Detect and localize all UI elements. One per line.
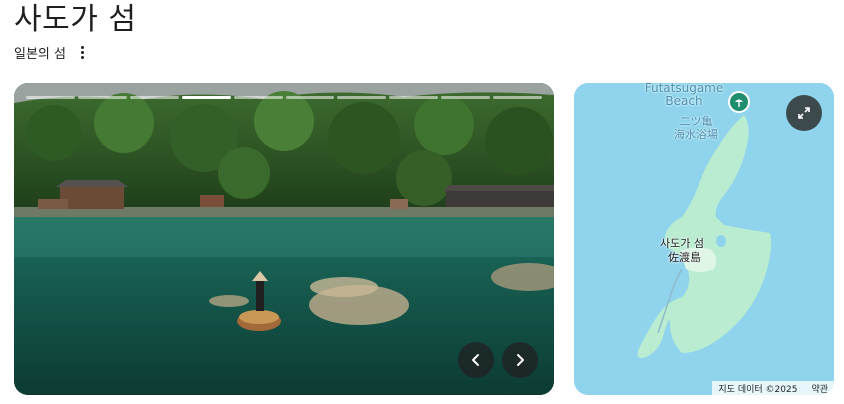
beach-name-jp-bottom: 海水浴場	[674, 128, 718, 141]
progress-segment	[493, 96, 543, 99]
terms-link[interactable]: 약관	[811, 382, 828, 395]
island-label-jp: 佐渡島	[668, 251, 701, 264]
map-data-credit: 지도 데이터 ©2025	[718, 384, 798, 395]
beach-name-jp-top: 二ツ亀	[679, 115, 713, 128]
map-card[interactable]: Futatsugame Beach 二ツ亀 海水浴場 사도가 섬 佐渡島 지도 …	[574, 83, 834, 395]
progress-segment	[26, 96, 75, 99]
beach-name-jp: 二ツ亀 海水浴場	[674, 115, 718, 141]
beach-name-en: Futatsugame Beach	[644, 83, 724, 108]
photo-carousel[interactable]	[14, 83, 554, 395]
carousel-progress	[26, 96, 543, 99]
progress-segment	[285, 96, 335, 99]
progress-segment	[129, 96, 179, 99]
expand-map-button[interactable]	[786, 95, 822, 131]
chevron-right-icon	[517, 354, 524, 366]
expand-icon	[798, 107, 810, 119]
progress-segment	[337, 96, 387, 99]
progress-segment	[441, 96, 491, 99]
previous-photo-button[interactable]	[458, 342, 494, 378]
beach-umbrella-icon[interactable]	[728, 91, 750, 113]
subtitle-row: 일본의 섬	[14, 42, 90, 62]
island-label-ko: 사도가 섬	[660, 237, 704, 250]
chevron-left-icon	[472, 354, 479, 366]
next-photo-button[interactable]	[502, 342, 538, 378]
progress-segment	[77, 96, 127, 99]
map-attribution: 지도 데이터 ©2025 약관	[712, 381, 834, 395]
progress-segment	[233, 96, 283, 99]
more-options-icon[interactable]	[76, 43, 90, 61]
page-title: 사도가 섬	[14, 2, 137, 37]
progress-segment	[389, 96, 439, 99]
progress-segment-active	[181, 96, 231, 99]
page-subtitle: 일본의 섬	[14, 46, 66, 62]
